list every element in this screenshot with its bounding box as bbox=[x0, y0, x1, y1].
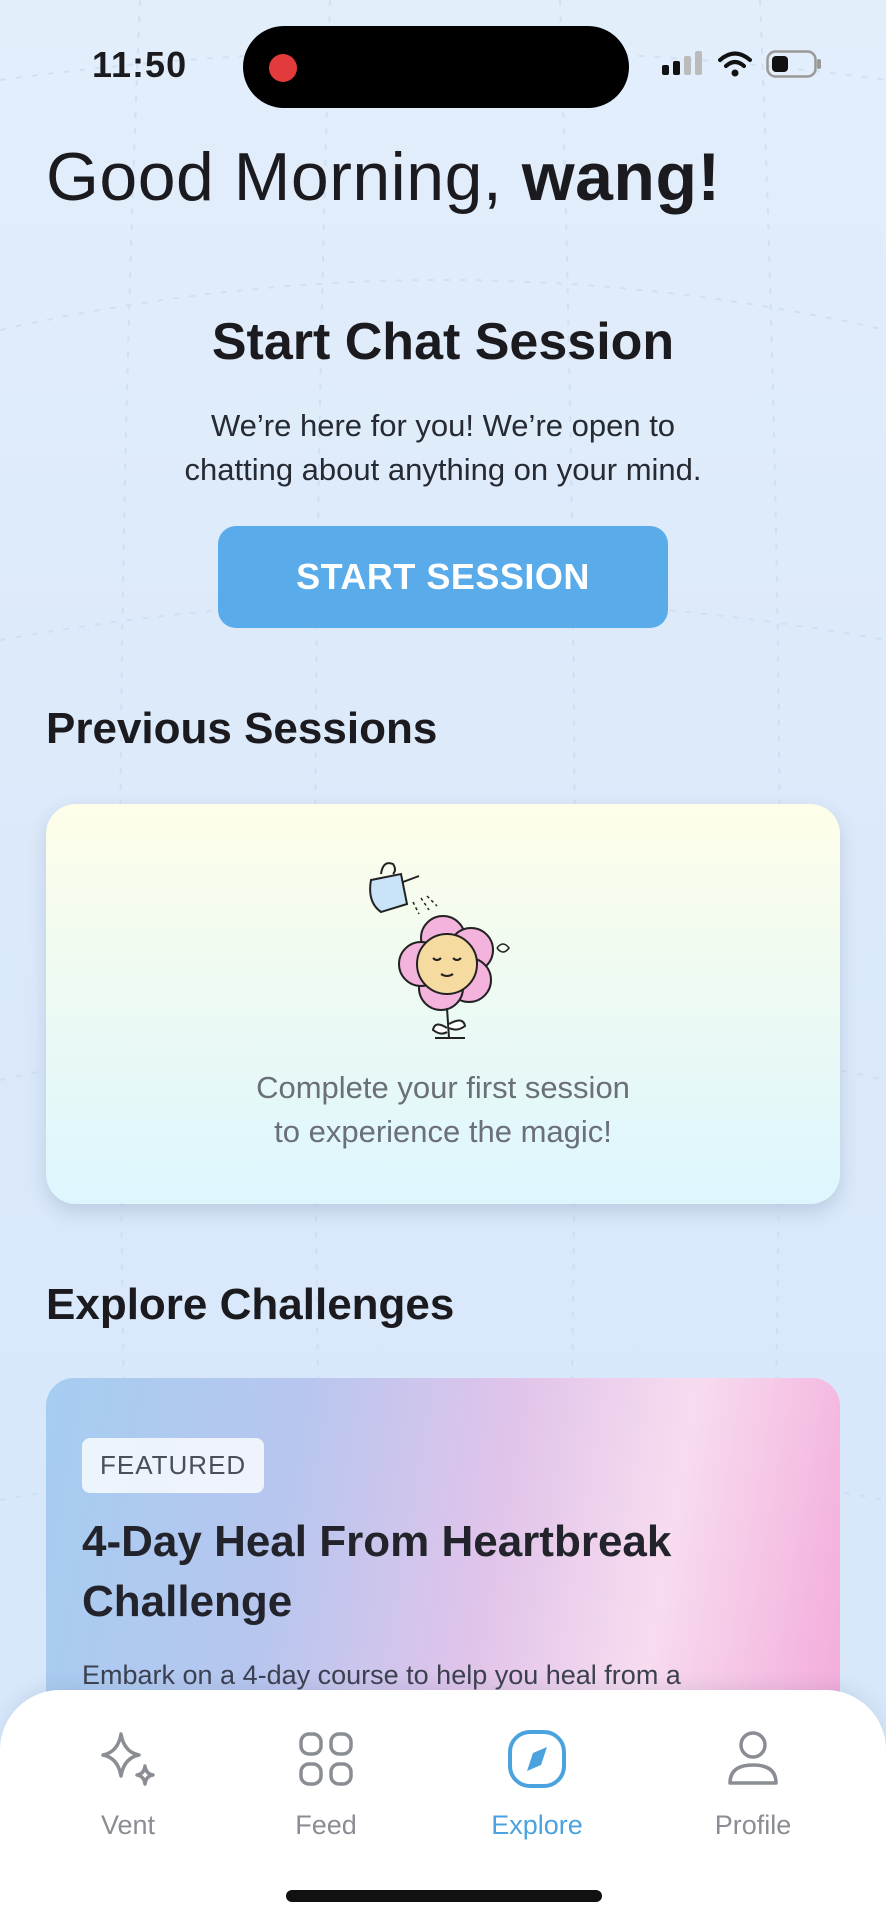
chat-subtitle-line2: chatting about anything on your mind. bbox=[184, 452, 702, 487]
tab-profile-label: Profile bbox=[714, 1810, 792, 1840]
previous-sessions-card: Complete your first session to experienc… bbox=[46, 804, 840, 1204]
wifi-icon bbox=[718, 51, 752, 77]
chat-session-subtitle: We’re here for you! We’re open to chatti… bbox=[150, 404, 736, 492]
battery-icon bbox=[766, 50, 821, 78]
cellular-signal-icon bbox=[662, 51, 702, 75]
greeting-name: wang! bbox=[521, 139, 721, 215]
tab-vent[interactable]: Vent bbox=[38, 1724, 218, 1841]
tab-vent-label: Vent bbox=[100, 1810, 156, 1840]
recording-indicator bbox=[269, 54, 297, 82]
tab-feed[interactable]: Feed bbox=[236, 1724, 416, 1841]
bottom-tab-bar: Vent Feed Explore Profile bbox=[0, 1690, 886, 1920]
empty-state-message: Complete your first session to experienc… bbox=[46, 1066, 840, 1154]
compass-icon bbox=[502, 1724, 572, 1794]
chat-session-title: Start Chat Session bbox=[211, 313, 675, 371]
empty-line1: Complete your first session bbox=[256, 1070, 630, 1105]
status-time: 11:50 bbox=[92, 44, 188, 85]
challenge-description: Embark on a 4-day course to help you hea… bbox=[82, 1660, 681, 1690]
explore-challenges-heading: Explore Challenges bbox=[46, 1280, 455, 1329]
status-icons bbox=[662, 50, 822, 78]
chat-subtitle-line1: We’re here for you! We’re open to bbox=[210, 408, 676, 443]
flower-illustration bbox=[369, 862, 510, 1039]
greeting-prefix: Good Morning, bbox=[46, 139, 522, 215]
status-bar: 11:50 bbox=[0, 0, 886, 130]
empty-line2: to experience the magic! bbox=[274, 1114, 612, 1149]
featured-badge: FEATURED bbox=[82, 1438, 265, 1493]
person-icon bbox=[718, 1724, 788, 1794]
greeting-heading: Good Morning, wang! bbox=[46, 138, 721, 216]
grid-icon bbox=[291, 1724, 361, 1794]
tab-explore[interactable]: Explore bbox=[447, 1724, 627, 1841]
start-session-button[interactable]: START SESSION bbox=[218, 526, 668, 628]
tab-profile[interactable]: Profile bbox=[663, 1724, 843, 1841]
home-indicator bbox=[286, 1890, 602, 1902]
tab-feed-label: Feed bbox=[295, 1810, 357, 1840]
previous-sessions-heading: Previous Sessions bbox=[46, 704, 438, 753]
challenge-title: 4-Day Heal From Heartbreak Challenge bbox=[82, 1517, 672, 1626]
dynamic-island bbox=[243, 26, 629, 108]
tab-explore-label: Explore bbox=[491, 1810, 583, 1840]
sparkle-icon bbox=[93, 1724, 163, 1794]
